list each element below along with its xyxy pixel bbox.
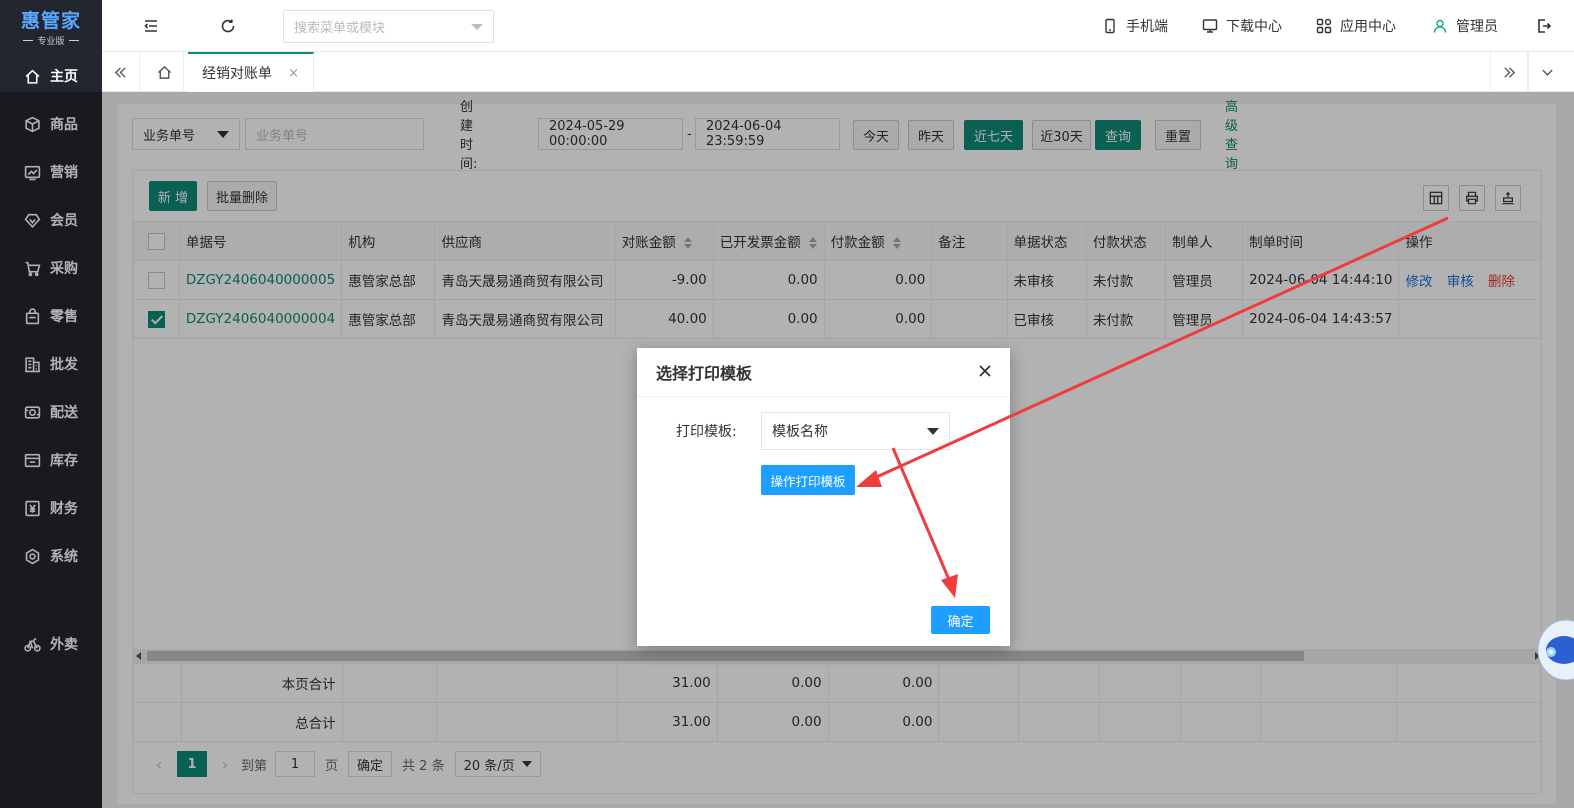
- apps-grid-icon: [1316, 18, 1332, 34]
- tab-label: 经销对账单: [202, 66, 272, 82]
- tabs-scroll-left-button[interactable]: [102, 52, 140, 92]
- template-label: 打印模板:: [676, 424, 737, 440]
- manage-template-button[interactable]: 操作打印模板: [761, 465, 855, 495]
- logout-button[interactable]: [1534, 16, 1554, 36]
- mobile-icon: [1105, 18, 1115, 34]
- apps-label: 应用中心: [1340, 19, 1396, 35]
- home-icon: [25, 69, 40, 84]
- user-menu[interactable]: 管理员: [1432, 0, 1498, 52]
- assistant-robot-button[interactable]: [1536, 612, 1574, 684]
- user-name: 管理员: [1456, 19, 1498, 35]
- robot-icon: [1537, 619, 1574, 681]
- tab-statement[interactable]: 经销对账单 ×: [188, 52, 314, 92]
- download-label: 下载中心: [1226, 19, 1282, 35]
- tab-home[interactable]: [146, 52, 184, 92]
- logo-main-text: 惠管家: [20, 9, 81, 32]
- app-center-link[interactable]: 应用中心: [1316, 0, 1396, 52]
- logo-sub-text: 专业版: [23, 34, 78, 47]
- download-center-link[interactable]: 下载中心: [1202, 0, 1282, 52]
- user-icon: [1433, 19, 1447, 33]
- monitor-icon: [1202, 19, 1218, 33]
- dialog-ok-button[interactable]: 确定: [931, 606, 990, 634]
- print-template-dialog: 选择打印模板 打印模板: 模板名称 操作打印模板 确定: [637, 348, 1010, 646]
- dialog-title: 选择打印模板: [637, 348, 1010, 397]
- dialog-close-button[interactable]: [976, 362, 994, 380]
- double-chevron-right-icon: [1503, 66, 1515, 78]
- chevron-down-icon: [471, 23, 483, 30]
- tabs-dropdown-button[interactable]: [1528, 52, 1566, 92]
- refresh-icon: [221, 19, 235, 33]
- tabs-scroll-right-button[interactable]: [1490, 52, 1528, 92]
- template-select-value: 模板名称: [772, 424, 828, 440]
- double-chevron-left-icon: [114, 66, 126, 78]
- menu-search-input[interactable]: 搜索菜单或模块: [283, 10, 494, 43]
- template-select[interactable]: 模板名称: [761, 412, 950, 450]
- tab-close-icon[interactable]: ×: [288, 66, 299, 81]
- chevron-down-icon: [1542, 69, 1553, 76]
- close-icon: [979, 365, 991, 377]
- search-placeholder: 搜索菜单或模块: [294, 21, 386, 36]
- menu-fold-icon: [144, 20, 157, 32]
- mobile-label: 手机端: [1126, 19, 1168, 35]
- home-icon: [157, 65, 172, 79]
- refresh-button[interactable]: [218, 16, 238, 36]
- top-header: 搜索菜单或模块 手机端 下载中心 应用中心 管理员: [102, 0, 1574, 52]
- mobile-link[interactable]: 手机端: [1102, 0, 1168, 52]
- tabs-bar: 经销对账单 ×: [102, 52, 1574, 92]
- sidebar-item-label: 主页: [50, 69, 78, 85]
- collapse-menu-button[interactable]: [141, 16, 161, 36]
- logout-icon: [1538, 19, 1552, 33]
- caret-down-icon: [927, 427, 939, 435]
- app-logo[interactable]: 惠管家 专业版: [0, 0, 102, 52]
